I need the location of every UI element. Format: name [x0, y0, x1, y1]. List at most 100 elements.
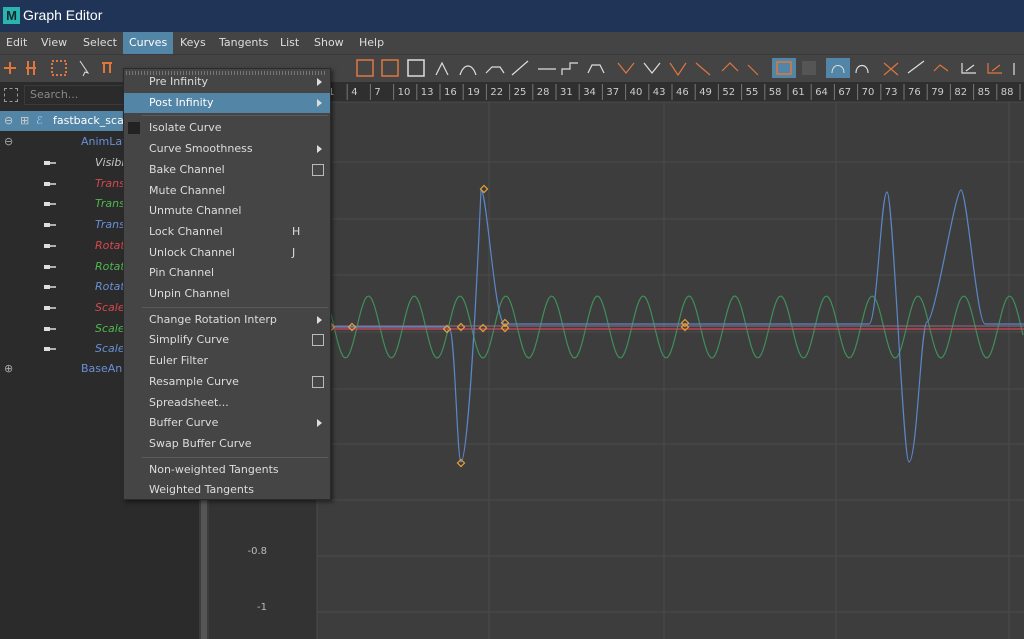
insert-keys-icon — [26, 61, 36, 75]
filter-icon[interactable] — [4, 88, 18, 102]
submenu-arrow-icon — [317, 78, 322, 86]
move-keys-icon — [4, 62, 16, 74]
key-channel-icon — [44, 347, 56, 352]
menu-edit[interactable]: Edit — [0, 32, 33, 54]
normalize-icon — [802, 61, 816, 75]
keyframe — [479, 184, 489, 194]
expand-icon[interactable]: ⊞ — [20, 111, 29, 131]
menu-item-pre-infinity[interactable]: Pre Infinity — [124, 72, 330, 92]
menu-item-unlock-channel[interactable]: Unlock Channel J — [124, 243, 330, 263]
submenu-arrow-icon — [317, 98, 322, 107]
menu-item-weighted-tangents[interactable]: Weighted Tangents — [124, 480, 330, 500]
collapse-icon[interactable]: ⊖ — [4, 132, 13, 152]
menu-item-bake-channel[interactable]: Bake Channel — [124, 160, 330, 180]
menu-item-post-infinity[interactable]: Post Infinity — [124, 92, 330, 113]
frame-selection-icon — [407, 59, 425, 77]
menu-separator — [142, 306, 328, 308]
frame-label: 16 — [444, 87, 457, 98]
menu-item-isolate-curve[interactable]: Isolate Curve — [124, 118, 330, 138]
submenu-arrow-icon — [317, 315, 322, 324]
menu-item-non-weighted-tangents[interactable]: Non-weighted Tangents — [124, 460, 330, 480]
key-channel-icon — [44, 264, 56, 269]
menu-item-label: Bake Channel — [149, 162, 225, 176]
key-channel-icon — [44, 181, 56, 186]
step-tangent-icon — [561, 62, 578, 75]
menu-item-label: Lock Channel — [149, 224, 223, 238]
menu-shortcut: J — [292, 245, 296, 259]
frame-label: 7 — [374, 87, 380, 98]
frame-label: 58 — [769, 87, 782, 98]
key-channel-icon — [44, 161, 56, 165]
menu-item-label: Non-weighted Tangents — [149, 462, 279, 476]
menu-item-euler-filter[interactable]: Euler Filter — [124, 351, 330, 371]
channel-label: Scale — [95, 300, 125, 314]
menu-item-simplify-curve[interactable]: Simplify Curve — [124, 330, 330, 350]
search-input[interactable]: Search... — [24, 85, 131, 105]
option-box-icon[interactable] — [312, 163, 324, 176]
menu-item-label: Euler Filter — [149, 354, 209, 368]
infinity-icon — [907, 60, 925, 74]
channel-label: Scale — [95, 342, 125, 356]
menu-item-pin-channel[interactable]: Pin Channel — [124, 263, 330, 283]
menu-item-label: Simplify Curve — [149, 333, 229, 347]
option-box-icon[interactable] — [312, 334, 324, 347]
menu-item-spreadsheet[interactable]: Spreadsheet... — [124, 393, 330, 413]
menu-item-curve-smoothness[interactable]: Curve Smoothness — [124, 139, 330, 159]
frame-label: 10 — [398, 87, 411, 98]
menu-item-lock-channel[interactable]: Lock Channel H — [124, 222, 330, 242]
frame-label: 43 — [653, 87, 666, 98]
menu-select[interactable]: Select — [77, 32, 123, 54]
menu-help[interactable]: Help — [353, 32, 390, 54]
curves-menu: Pre Infinity Post Infinity Isolate Curve Cu… — [123, 68, 331, 500]
menu-item-label: Pin Channel — [149, 266, 215, 280]
menu-item-label: Weighted Tangents — [149, 483, 254, 497]
frame-label: 70 — [862, 87, 875, 98]
channel-label: Scale — [95, 321, 125, 335]
frame-label: 19 — [467, 87, 480, 98]
key-channel-icon — [44, 243, 56, 248]
menu-item-swap-buffer-curve[interactable]: Swap Buffer Curve — [124, 434, 330, 454]
frame-label: 64 — [815, 87, 828, 98]
menu-curves[interactable]: Curves — [123, 32, 174, 54]
menu-tangents[interactable]: Tangents — [213, 32, 274, 54]
graph-canvas[interactable]: 1 4 7 10 13 16 19 22 25 28 31 34 37 40 43 46 49 52 55 58 61 6… — [209, 82, 1024, 639]
menu-item-label: Post Infinity — [149, 95, 214, 109]
frame-label: 46 — [676, 87, 689, 98]
key-channel-icon — [44, 223, 56, 228]
frame-label: 40 — [630, 87, 643, 98]
menu-keys[interactable]: Keys — [174, 32, 212, 54]
value-label: -0.8 — [247, 546, 267, 557]
expand-icon[interactable]: ⊕ — [4, 359, 13, 379]
frame-label: 25 — [514, 87, 527, 98]
frame-label: 22 — [490, 87, 503, 98]
menu-item-label: Unlock Channel — [149, 245, 235, 259]
menu-item-label: Pre Infinity — [149, 75, 208, 88]
submenu-arrow-icon — [317, 419, 322, 428]
frame-label: 67 — [838, 87, 851, 98]
menu-item-buffer-curve[interactable]: Buffer Curve — [124, 413, 330, 433]
swap-buffer-icon — [747, 64, 759, 76]
key-channel-icon — [44, 305, 56, 310]
menu-item-unmute-channel[interactable]: Unmute Channel — [124, 201, 330, 221]
frame-label: 55 — [746, 87, 759, 98]
frame-label: 52 — [722, 87, 735, 98]
graph-view[interactable]: 1 4 7 10 13 16 19 22 25 28 31 34 37 40 43 46 49 52 55 58 61 6… — [209, 82, 1024, 639]
option-box-icon[interactable] — [312, 375, 324, 388]
linear-tangent-icon — [511, 60, 529, 76]
menu-item-label: Change Rotation Interp — [149, 312, 277, 326]
frame-playback-icon — [381, 59, 399, 77]
frame-label: 88 — [1001, 87, 1014, 98]
menu-show[interactable]: Show — [308, 32, 350, 54]
pre-infinity-cycle-icon — [855, 64, 869, 74]
frame-label: 85 — [978, 87, 991, 98]
unify-tangents-icon — [643, 62, 661, 74]
menu-item-resample-curve[interactable]: Resample Curve — [124, 372, 330, 392]
menu-item-unpin-channel[interactable]: Unpin Channel — [124, 284, 330, 304]
curve-display-icon — [933, 64, 949, 72]
menu-item-change-rotation-interp[interactable]: Change Rotation Interp — [124, 310, 330, 330]
menu-view[interactable]: View — [35, 32, 73, 54]
collapse-icon[interactable]: ⊖ — [4, 111, 13, 131]
menu-list[interactable]: List — [274, 32, 305, 54]
menu-item-mute-channel[interactable]: Mute Channel — [124, 181, 330, 201]
menu-item-label: Resample Curve — [149, 374, 239, 388]
